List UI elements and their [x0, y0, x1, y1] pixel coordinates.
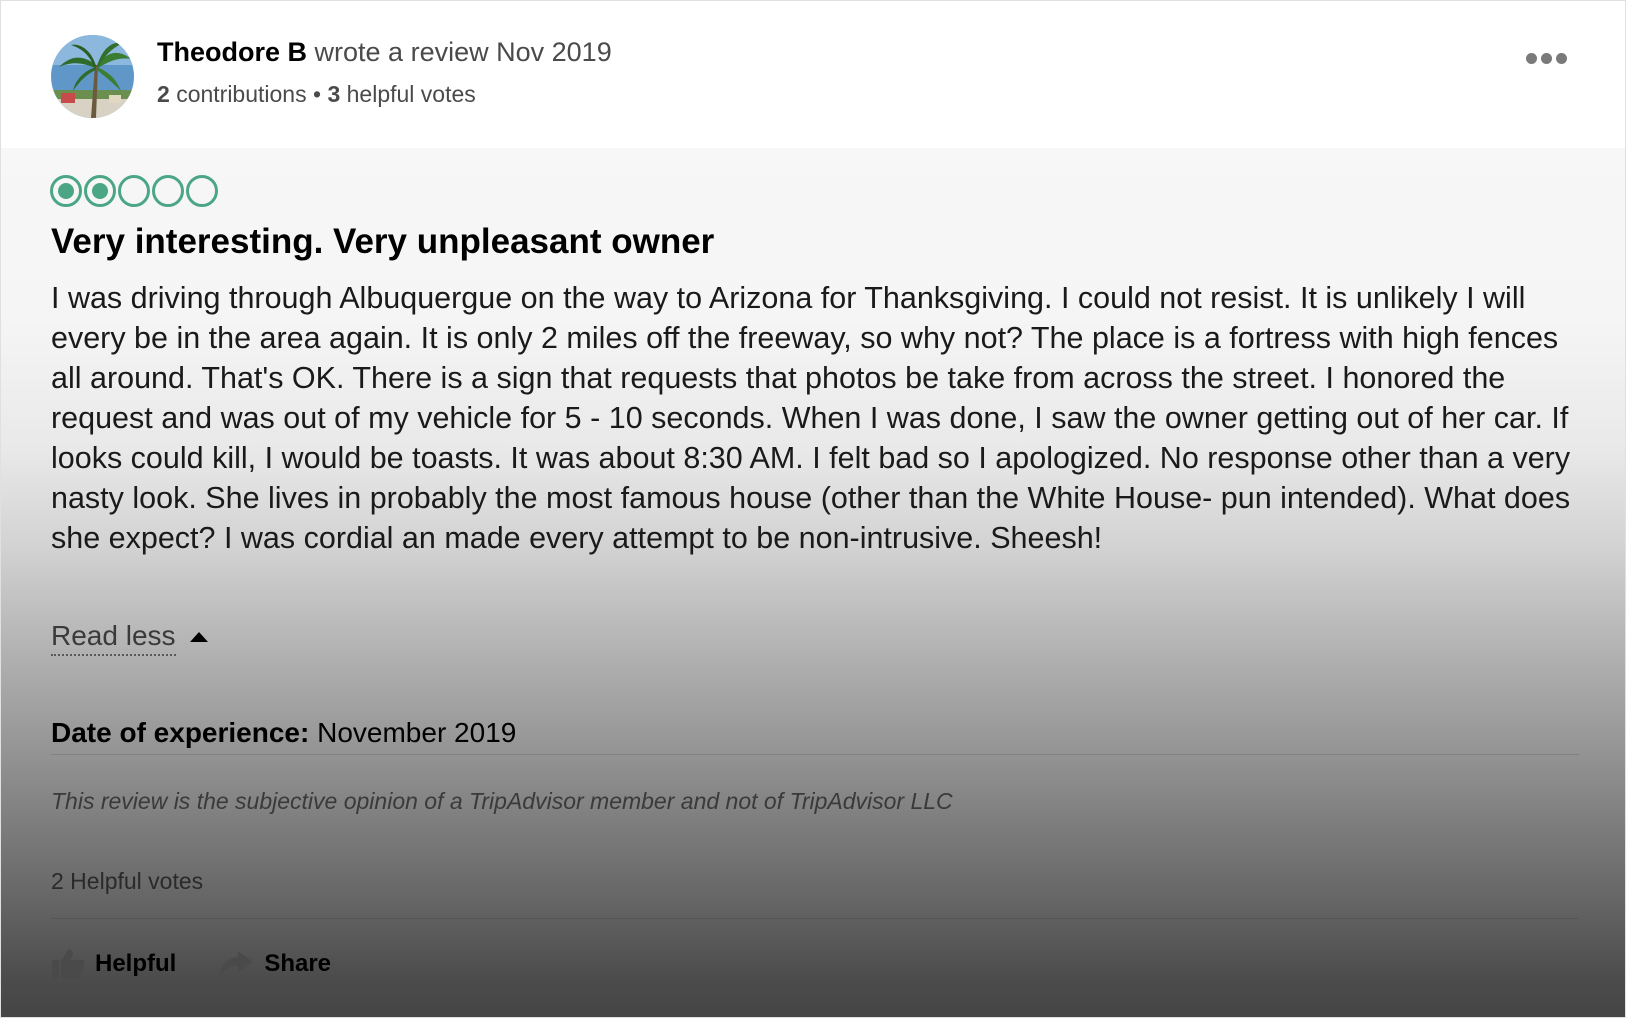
dot: [1541, 53, 1552, 64]
contributions-label: contributions: [176, 81, 307, 107]
share-button[interactable]: Share: [218, 949, 331, 979]
review-body: Very interesting. Very unpleasant owner …: [1, 148, 1625, 1017]
review-header: Theodore B wrote a review Nov 2019 2 con…: [1, 1, 1625, 148]
rating-bubble-empty-icon: [152, 175, 184, 207]
palm-beach-avatar-icon: [51, 35, 134, 118]
read-less-label: Read less: [51, 618, 176, 656]
rating-bubbles: [50, 175, 218, 207]
helpful-votes-label: helpful votes: [346, 81, 476, 107]
review-card: Theodore B wrote a review Nov 2019 2 con…: [0, 0, 1626, 1018]
author-line: Theodore B wrote a review Nov 2019: [157, 37, 612, 68]
helpful-button[interactable]: Helpful: [51, 948, 176, 980]
author-action: wrote a review: [314, 37, 489, 67]
helpful-votes-count: 3: [327, 81, 341, 107]
review-text: I was driving through Albuquergue on the…: [51, 281, 1571, 555]
helpful-label: Helpful: [95, 950, 177, 977]
share-label: Share: [264, 950, 332, 977]
read-less-button[interactable]: Read less: [51, 618, 208, 656]
date-of-experience-label: Date of experience:: [51, 717, 310, 748]
date-of-experience: Date of experience: November 2019: [51, 717, 516, 749]
author-name[interactable]: Theodore B: [157, 37, 307, 67]
rating-bubble-filled-icon: [84, 175, 116, 207]
author-meta: 2 contributions • 3 helpful votes: [157, 81, 476, 108]
rating-bubble-filled-icon: [50, 175, 82, 207]
disclaimer: This review is the subjective opinion of…: [51, 788, 953, 814]
thumbs-up-icon: [52, 949, 85, 979]
caret-up-icon: [189, 632, 208, 642]
review-date: Nov 2019: [496, 37, 612, 67]
helpful-votes-count: 2 Helpful votes: [51, 868, 204, 894]
divider: [51, 918, 1579, 919]
more-dots-icon[interactable]: [1524, 51, 1569, 66]
review-actions: Helpful Share: [51, 948, 331, 980]
review-title[interactable]: Very interesting. Very unpleasant owner: [51, 222, 714, 262]
divider: [51, 754, 1579, 755]
contributions-count: 2: [157, 81, 170, 107]
rating-bubble-empty-icon: [118, 175, 150, 207]
dot: [1526, 53, 1537, 64]
share-arrow-icon: [219, 951, 254, 977]
date-of-experience-value: November 2019: [317, 717, 517, 748]
rating-bubble-empty-icon: [186, 175, 218, 207]
dot: [1556, 53, 1567, 64]
avatar[interactable]: [51, 35, 134, 118]
meta-separator: •: [313, 81, 322, 107]
